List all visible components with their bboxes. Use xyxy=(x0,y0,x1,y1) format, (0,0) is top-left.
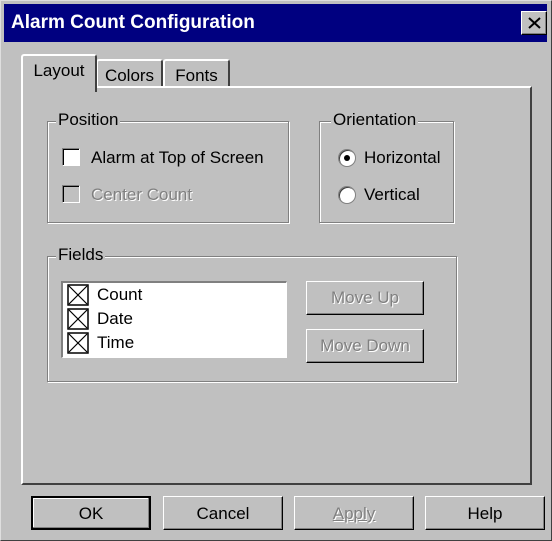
ok-label: OK xyxy=(78,504,104,523)
vertical-radio[interactable] xyxy=(338,186,356,204)
checked-box-icon xyxy=(67,284,89,306)
apply-button[interactable]: Apply xyxy=(294,496,414,530)
position-legend: Position xyxy=(56,110,121,130)
tab-layout-label: Layout xyxy=(33,61,85,80)
tab-fonts-label: Fonts xyxy=(175,66,218,85)
apply-label: Apply xyxy=(332,504,376,523)
position-group: Position xyxy=(47,110,289,223)
field-label: Count xyxy=(97,285,143,304)
field-label: Time xyxy=(97,333,135,352)
move-up-label: Move Up xyxy=(330,288,400,307)
help-label: Help xyxy=(467,504,503,523)
move-up-button[interactable]: Move Up xyxy=(306,281,424,315)
close-button[interactable] xyxy=(521,11,547,35)
ok-button[interactable]: OK xyxy=(31,496,151,530)
dialog-window: Alarm Count Configuration Layout Colors … xyxy=(0,0,552,541)
checked-box-icon xyxy=(67,308,89,330)
horizontal-radio[interactable] xyxy=(338,149,356,167)
move-down-label: Move Down xyxy=(320,336,410,355)
fields-legend: Fields xyxy=(56,245,106,265)
horizontal-label[interactable]: Horizontal xyxy=(364,148,441,168)
title-bar[interactable]: Alarm Count Configuration xyxy=(4,4,547,42)
cancel-label: Cancel xyxy=(196,504,250,523)
orientation-legend: Orientation xyxy=(331,110,419,130)
field-label: Date xyxy=(97,309,133,328)
vertical-label[interactable]: Vertical xyxy=(364,185,420,205)
orientation-group: Orientation xyxy=(319,110,454,223)
help-button[interactable]: Help xyxy=(425,496,545,530)
center-count-checkbox[interactable] xyxy=(62,185,80,203)
list-item[interactable]: Date xyxy=(65,307,265,331)
list-item[interactable]: Count xyxy=(65,283,265,307)
alarm-top-checkbox[interactable] xyxy=(62,148,80,166)
radio-selected-dot xyxy=(344,155,350,161)
checked-box-icon xyxy=(67,332,89,354)
cancel-button[interactable]: Cancel xyxy=(163,496,283,530)
center-count-label[interactable]: Center Count xyxy=(91,185,192,205)
fields-listbox[interactable]: Count Date Time xyxy=(61,281,287,358)
move-down-button[interactable]: Move Down xyxy=(306,329,424,363)
alarm-top-label[interactable]: Alarm at Top of Screen xyxy=(91,148,264,168)
list-item[interactable]: Time xyxy=(65,331,265,355)
close-icon xyxy=(528,17,541,29)
window-title: Alarm Count Configuration xyxy=(11,12,255,33)
tab-layout[interactable]: Layout xyxy=(21,54,97,92)
tab-colors-label: Colors xyxy=(104,66,155,85)
